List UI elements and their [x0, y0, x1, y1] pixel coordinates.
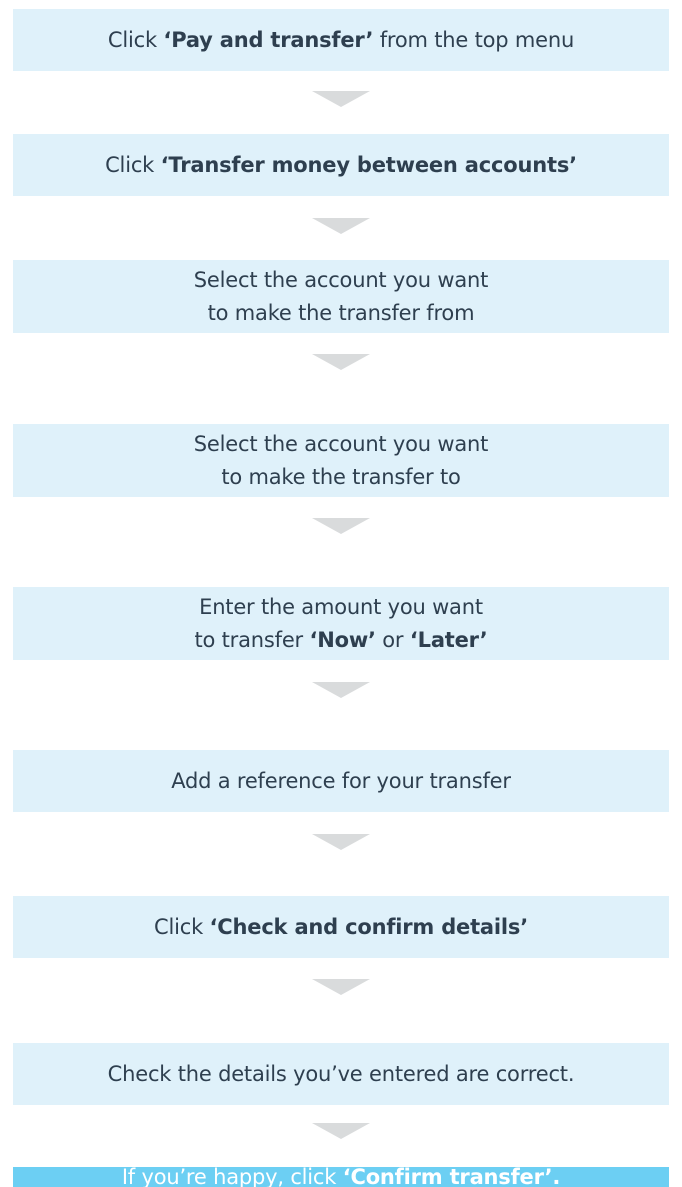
step-5-text: Enter the amount you want to transfer ‘N…	[194, 591, 487, 657]
down-arrow-icon	[312, 979, 370, 995]
down-arrow-icon	[312, 682, 370, 698]
step-7-box: Click ‘Check and confirm details’	[13, 896, 669, 958]
step-7-text: Click ‘Check and confirm details’	[154, 914, 528, 939]
down-arrow-icon	[312, 834, 370, 850]
step-4-box: Select the account you want to make the …	[13, 424, 669, 497]
step-6-box: Add a reference for your transfer	[13, 750, 669, 812]
down-arrow-icon	[312, 218, 370, 234]
step-2-text: Click ‘Transfer money between accounts’	[105, 152, 577, 177]
step-5-box: Enter the amount you want to transfer ‘N…	[13, 587, 669, 660]
down-arrow-icon	[312, 354, 370, 370]
step-6-text: Add a reference for your transfer	[171, 768, 511, 793]
step-9-box: If you’re happy, click ‘Confirm transfer…	[13, 1167, 669, 1187]
down-arrow-icon	[312, 518, 370, 534]
step-8-text: Check the details you’ve entered are cor…	[107, 1061, 575, 1086]
step-3-box: Select the account you want to make the …	[13, 260, 669, 333]
step-5-line-2: to transfer ‘Now’ or ‘Later’	[194, 627, 488, 652]
step-3-text: Select the account you want to make the …	[193, 267, 489, 325]
step-4-text: Select the account you want to make the …	[193, 431, 489, 489]
transfer-steps-flowchart: Click ‘Pay and transfer’ from the top me…	[0, 0, 682, 1187]
step-8-box: Check the details you’ve entered are cor…	[13, 1043, 669, 1105]
step-2-box: Click ‘Transfer money between accounts’	[13, 134, 669, 196]
step-1-text: Click ‘Pay and transfer’ from the top me…	[107, 27, 575, 52]
down-arrow-icon	[312, 1123, 370, 1139]
down-arrow-icon	[312, 91, 370, 107]
step-1-box: Click ‘Pay and transfer’ from the top me…	[13, 9, 669, 71]
step-9-text: If you’re happy, click ‘Confirm transfer…	[121, 1167, 561, 1187]
